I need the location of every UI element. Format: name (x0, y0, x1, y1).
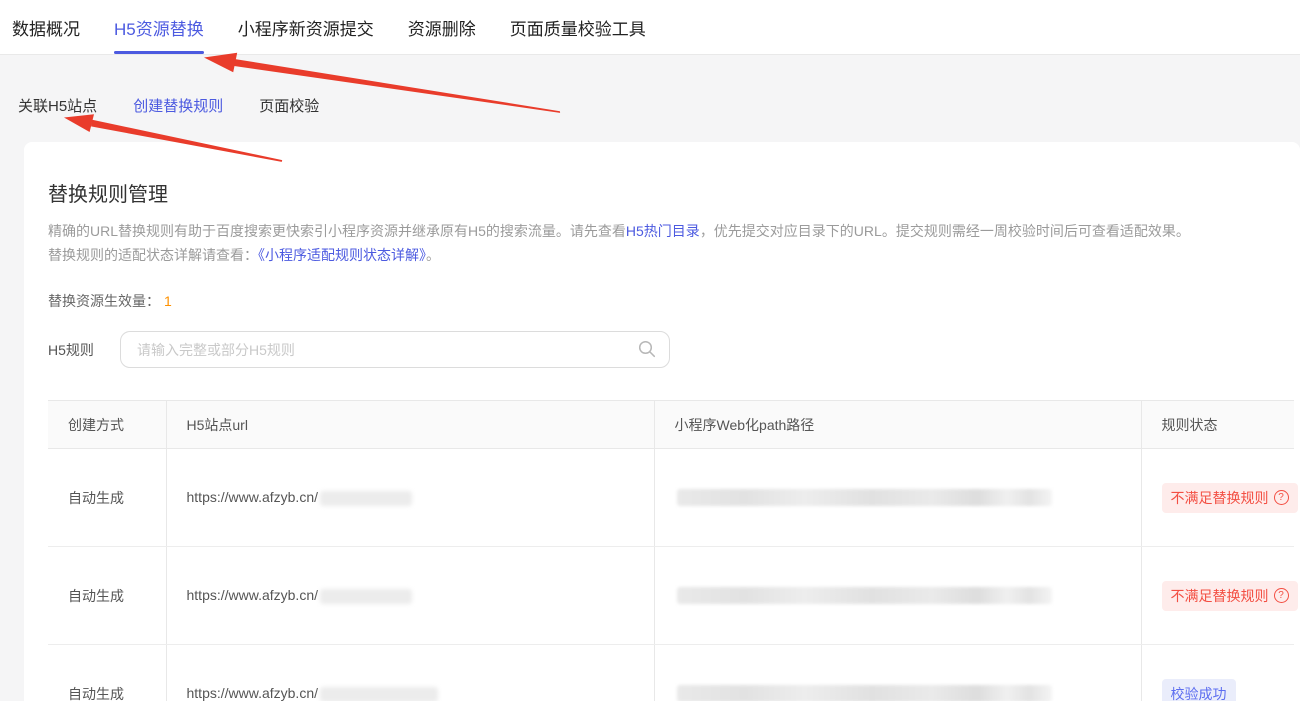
subtab-link-h5-site[interactable]: 关联H5站点 (18, 89, 111, 122)
subtab-page-verify[interactable]: 页面校验 (259, 89, 333, 122)
h5-url-cell: https://www.afzyb.cn/ (166, 547, 654, 645)
col-header-h5-url: H5站点url (166, 401, 654, 449)
rule-status-detail-link[interactable]: 《小程序适配规则状态详解》 (258, 247, 426, 263)
h5-url-cell: https://www.afzyb.cn/ (166, 645, 654, 701)
web-path-cell (654, 547, 1141, 645)
col-header-web-path: 小程序Web化path路径 (654, 401, 1141, 449)
help-question-icon[interactable]: ? (1274, 490, 1289, 505)
h5-rule-label: H5规则 (48, 340, 120, 360)
col-header-create-mode: 创建方式 (48, 401, 166, 449)
redacted-url-blur (320, 687, 438, 701)
redacted-url-blur (320, 491, 412, 506)
h5-url-text: https://www.afzyb.cn/ (187, 587, 319, 603)
table-row: 自动生成 https://www.afzyb.cn/ 校验成功 (48, 645, 1294, 701)
col-header-rule-status: 规则状态 (1141, 401, 1294, 449)
status-badge: 不满足替换规则? (1162, 581, 1298, 611)
rule-status-cell: 不满足替换规则? (1141, 449, 1294, 547)
help-question-icon[interactable]: ? (1274, 588, 1289, 603)
rule-status-cell: 不满足替换规则? (1141, 547, 1294, 645)
create-mode-cell: 自动生成 (48, 547, 166, 645)
effective-count-value: 1 (164, 293, 172, 309)
table-body: 自动生成 https://www.afzyb.cn/ 不满足替换规则? 自动生成… (48, 449, 1294, 701)
create-mode-cell: 自动生成 (48, 449, 166, 547)
status-badge-label: 校验成功 (1171, 684, 1227, 701)
web-path-cell (654, 645, 1141, 701)
h5-rule-search-input[interactable] (120, 331, 670, 368)
desc-text: 。 (426, 247, 440, 263)
effective-count-row: 替换资源生效量：1 (48, 291, 1294, 311)
h5-rule-search-row: H5规则 (48, 331, 1294, 368)
desc-text: ，优先提交对应目录下的URL。提交规则需经一周校验时间后可查看适配效果。 (700, 223, 1190, 239)
rule-management-card: 替换规则管理 精确的URL替换规则有助于百度搜索更快索引小程序资源并继承原有H5… (24, 142, 1300, 701)
h5-url-cell: https://www.afzyb.cn/ (166, 449, 654, 547)
redacted-path-blur (677, 489, 1052, 506)
magnifier-icon[interactable] (638, 340, 656, 358)
description-line-1: 精确的URL替换规则有助于百度搜索更快索引小程序资源并继承原有H5的搜索流量。请… (48, 219, 1294, 243)
tab-h5-resource-replace[interactable]: H5资源替换 (114, 0, 204, 54)
search-box (120, 331, 670, 368)
desc-text: 替换规则的适配状态详解请查看： (48, 247, 258, 263)
hot-directory-link[interactable]: H5热门目录 (626, 223, 700, 239)
status-badge: 不满足替换规则? (1162, 483, 1298, 513)
h5-url-text: https://www.afzyb.cn/ (187, 489, 319, 505)
rule-status-cell: 校验成功 (1141, 645, 1294, 701)
redacted-path-blur (677, 685, 1052, 701)
replace-rules-table: 创建方式 H5站点url 小程序Web化path路径 规则状态 自动生成 htt… (48, 400, 1294, 701)
secondary-tab-bar: 关联H5站点 创建替换规则 页面校验 (0, 55, 1300, 141)
status-badge-label: 不满足替换规则 (1171, 488, 1269, 508)
table-row: 自动生成 https://www.afzyb.cn/ 不满足替换规则? (48, 449, 1294, 547)
h5-url-text: https://www.afzyb.cn/ (187, 685, 319, 701)
table-row: 自动生成 https://www.afzyb.cn/ 不满足替换规则? (48, 547, 1294, 645)
tab-new-resource-submit[interactable]: 小程序新资源提交 (238, 0, 374, 54)
page-title: 替换规则管理 (48, 178, 1294, 207)
create-mode-cell: 自动生成 (48, 645, 166, 701)
redacted-url-blur (320, 589, 412, 604)
effective-count-label: 替换资源生效量： (48, 293, 160, 309)
description-line-2: 替换规则的适配状态详解请查看：《小程序适配规则状态详解》。 (48, 243, 1294, 267)
status-badge: 校验成功 (1162, 679, 1236, 701)
tab-page-quality-tool[interactable]: 页面质量校验工具 (510, 0, 646, 54)
tab-data-overview[interactable]: 数据概况 (12, 0, 80, 54)
subtab-create-replace-rule[interactable]: 创建替换规则 (133, 89, 237, 122)
table-header-row: 创建方式 H5站点url 小程序Web化path路径 规则状态 (48, 401, 1294, 449)
web-path-cell (654, 449, 1141, 547)
tab-resource-delete[interactable]: 资源删除 (408, 0, 476, 54)
redacted-path-blur (677, 587, 1052, 604)
status-badge-label: 不满足替换规则 (1171, 586, 1269, 606)
primary-tab-bar: 数据概况 H5资源替换 小程序新资源提交 资源删除 页面质量校验工具 (0, 0, 1300, 55)
desc-text: 精确的URL替换规则有助于百度搜索更快索引小程序资源并继承原有H5的搜索流量。请… (48, 223, 626, 239)
